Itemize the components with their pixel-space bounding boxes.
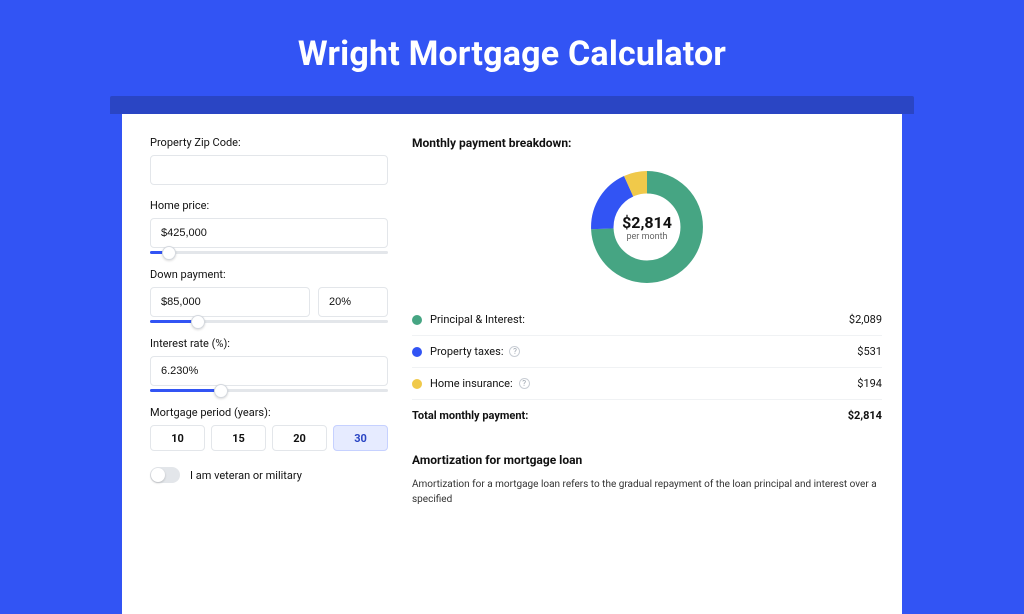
period-option-15[interactable]: 15	[211, 425, 266, 451]
donut-chart-area: $2,814 per month	[412, 162, 882, 304]
legend-swatch	[412, 379, 422, 389]
total-value: $2,814	[848, 409, 882, 422]
period-option-20[interactable]: 20	[272, 425, 327, 451]
interest-rate-input[interactable]	[150, 356, 388, 386]
period-group: Mortgage period (years): 10152030	[150, 406, 388, 451]
legend-swatch	[412, 347, 422, 357]
breakdown-title: Monthly payment breakdown:	[412, 136, 882, 150]
breakdown-panel: Monthly payment breakdown: $2,814 per mo…	[412, 136, 882, 614]
down-payment-group: Down payment:	[150, 268, 388, 323]
home-price-slider[interactable]	[150, 251, 388, 254]
breakdown-value: $2,089	[849, 313, 882, 326]
total-label: Total monthly payment:	[412, 409, 528, 422]
interest-rate-label: Interest rate (%):	[150, 337, 388, 350]
info-icon[interactable]: ?	[509, 346, 520, 357]
home-price-label: Home price:	[150, 199, 388, 212]
amortization-title: Amortization for mortgage loan	[412, 453, 882, 467]
total-payment-row: Total monthly payment: $2,814	[412, 400, 882, 431]
zip-input[interactable]	[150, 155, 388, 185]
period-label: Mortgage period (years):	[150, 406, 388, 419]
veteran-label: I am veteran or military	[190, 469, 302, 482]
period-option-10[interactable]: 10	[150, 425, 205, 451]
breakdown-value: $194	[857, 377, 882, 390]
interest-rate-slider[interactable]	[150, 389, 388, 392]
interest-rate-group: Interest rate (%):	[150, 337, 388, 392]
calculator-card: Property Zip Code: Home price: Down paym…	[122, 114, 902, 614]
home-price-group: Home price:	[150, 199, 388, 254]
donut-center-sub: per month	[626, 232, 667, 242]
amortization-text: Amortization for a mortgage loan refers …	[412, 477, 882, 507]
down-payment-slider[interactable]	[150, 320, 388, 323]
down-payment-label: Down payment:	[150, 268, 388, 281]
payment-donut-chart: $2,814 per month	[588, 168, 706, 286]
period-option-30[interactable]: 30	[333, 425, 388, 451]
down-payment-amount-input[interactable]	[150, 287, 310, 317]
veteran-row: I am veteran or military	[150, 467, 388, 483]
veteran-toggle[interactable]	[150, 467, 180, 483]
breakdown-label: Principal & Interest:	[430, 313, 525, 326]
breakdown-row-0: Principal & Interest: $2,089	[412, 304, 882, 336]
donut-center-value: $2,814	[622, 213, 672, 232]
title-shadow-bar	[110, 96, 914, 114]
breakdown-label: Property taxes:	[430, 345, 503, 358]
breakdown-value: $531	[857, 345, 882, 358]
down-payment-percent-input[interactable]	[318, 287, 388, 317]
info-icon[interactable]: ?	[519, 378, 530, 389]
form-panel: Property Zip Code: Home price: Down paym…	[150, 136, 388, 614]
home-price-input[interactable]	[150, 218, 388, 248]
breakdown-row-2: Home insurance:? $194	[412, 368, 882, 400]
zip-group: Property Zip Code:	[150, 136, 388, 185]
page-title: Wright Mortgage Calculator	[0, 0, 1024, 96]
breakdown-label: Home insurance:	[430, 377, 513, 390]
zip-label: Property Zip Code:	[150, 136, 388, 149]
legend-swatch	[412, 315, 422, 325]
breakdown-row-1: Property taxes:? $531	[412, 336, 882, 368]
